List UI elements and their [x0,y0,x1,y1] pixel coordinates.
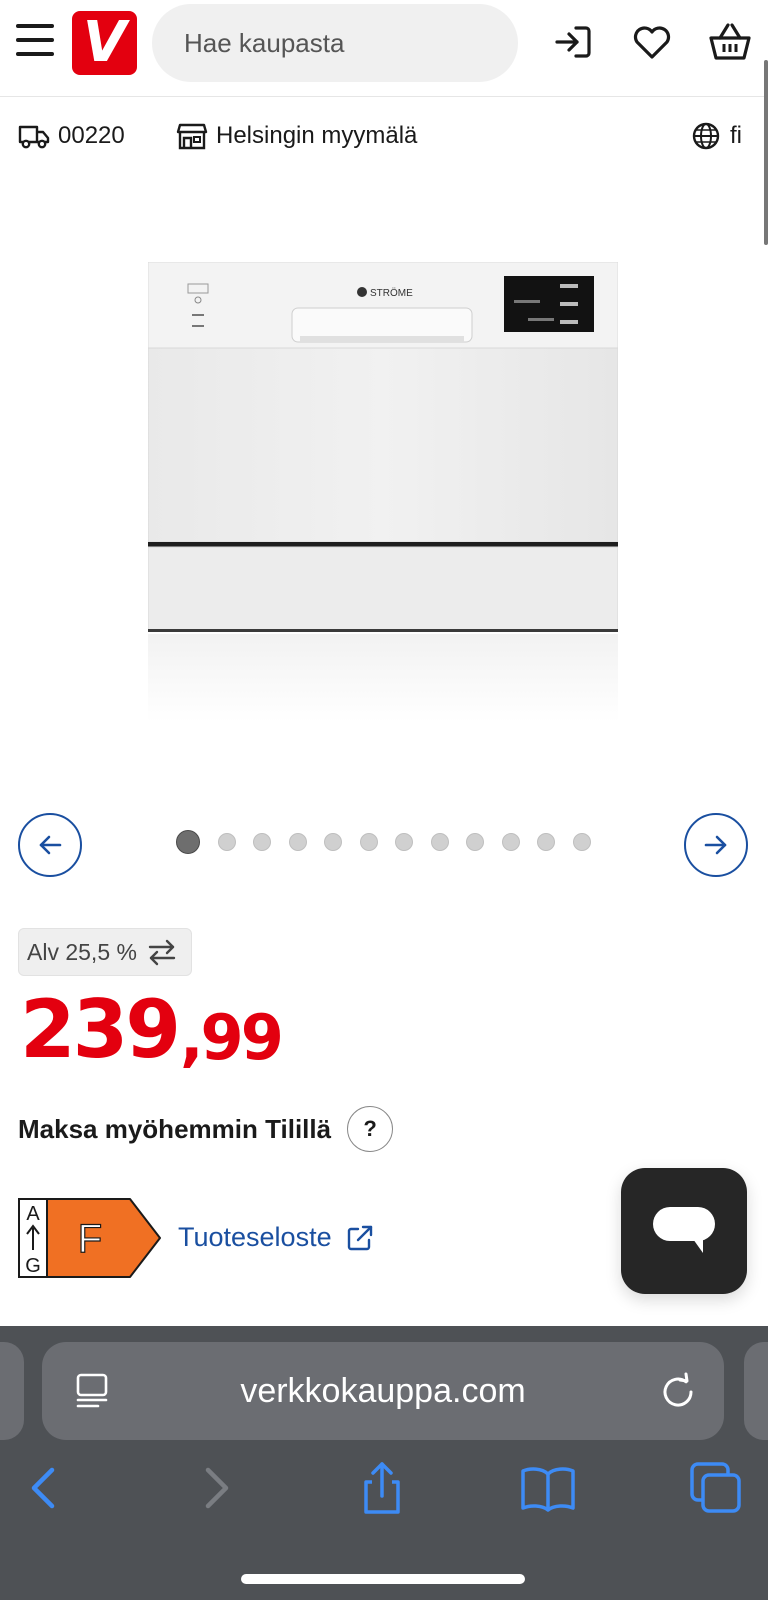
carousel-dot[interactable] [572,833,591,851]
previous-tab-peek[interactable] [0,1342,24,1440]
store-icon [176,123,208,150]
pay-later-row: Maksa myöhemmin Tilillä ? [18,1106,394,1152]
energy-label[interactable]: A G F [18,1198,162,1278]
book-icon [521,1467,575,1512]
carousel-dots [176,830,591,854]
chat-button[interactable] [621,1168,747,1294]
site-header: V [0,0,768,97]
arrow-left-icon [39,835,62,855]
page-scrollbar[interactable] [764,60,768,245]
truck-icon [18,125,50,149]
vat-toggle[interactable]: Alv 25,5 % [18,928,192,976]
share-icon [364,1462,400,1514]
energy-class: F [78,1217,102,1261]
address-bar[interactable]: verkkokauppa.com [42,1342,724,1440]
browser-toolbar: verkkokauppa.com [0,1326,768,1600]
product-image[interactable]: STRÖME [148,262,618,722]
next-tab-peek[interactable] [744,1342,768,1440]
language-code: fi [730,122,742,149]
search-input[interactable] [184,27,519,59]
carousel-dot[interactable] [537,833,555,851]
menu-icon[interactable] [16,24,54,60]
chat-bubble-icon [653,1207,715,1253]
chevron-left-icon [31,1467,55,1509]
energy-scale-bottom: G [25,1255,41,1277]
language-selector[interactable]: fi [690,120,742,152]
carousel-dot[interactable] [176,830,200,854]
arrow-right-icon [704,835,727,855]
browser-tabs-button[interactable] [684,1456,748,1520]
home-indicator[interactable] [241,1574,525,1584]
url-text: verkkokauppa.com [240,1371,526,1410]
browser-back-button[interactable] [12,1456,76,1520]
chevron-right-icon [205,1467,229,1509]
site-logo[interactable]: V [72,11,137,75]
carousel-dot[interactable] [359,833,378,851]
globe-icon [692,122,720,150]
product-price: 239 ,99 [20,983,284,1076]
location-bar: 00220 Helsingin myymälä fi [0,112,768,162]
swap-icon [148,939,176,966]
datasheet-label: Tuoteseloste [178,1222,332,1252]
carousel-dot[interactable] [395,833,413,851]
vat-label: Alv 25,5 % [27,938,137,965]
browser-share-button[interactable] [350,1456,414,1520]
carousel-dot[interactable] [430,833,449,851]
carousel-next-button[interactable] [684,813,748,877]
external-link-icon [347,1225,372,1250]
tabs-icon [690,1462,741,1513]
login-icon[interactable] [552,20,596,64]
price-decimal: ,99 [180,1001,284,1074]
postal-code-selector[interactable]: 00220 [18,120,125,152]
basket-icon[interactable] [708,20,752,64]
search-bar[interactable] [152,4,519,82]
postal-code-text: 00220 [58,122,125,149]
price-integer: 239 [20,983,181,1076]
browser-forward-button[interactable] [184,1456,248,1520]
carousel-dot[interactable] [466,833,484,851]
store-selector[interactable]: Helsingin myymälä [176,120,417,152]
pay-later-label: Maksa myöhemmin Tilillä [18,1113,332,1144]
carousel-dot[interactable] [324,833,342,851]
browser-bookmarks-button[interactable] [516,1456,580,1520]
carousel-dot[interactable] [253,833,271,851]
heart-icon[interactable] [630,20,674,64]
reload-icon[interactable] [658,1372,698,1412]
carousel-dot[interactable] [288,833,307,851]
brand-text: STRÖME [370,287,413,299]
reader-mode-icon[interactable] [72,1372,112,1412]
pay-later-help-button[interactable]: ? [347,1106,394,1152]
carousel-prev-button[interactable] [18,813,82,877]
product-datasheet-link[interactable]: Tuoteseloste [178,1222,374,1253]
carousel-dot[interactable] [501,833,520,851]
energy-scale-top: A [26,1203,40,1225]
logo-text: V [82,10,127,75]
carousel-dot[interactable] [217,833,236,851]
store-name: Helsingin myymälä [216,122,418,149]
